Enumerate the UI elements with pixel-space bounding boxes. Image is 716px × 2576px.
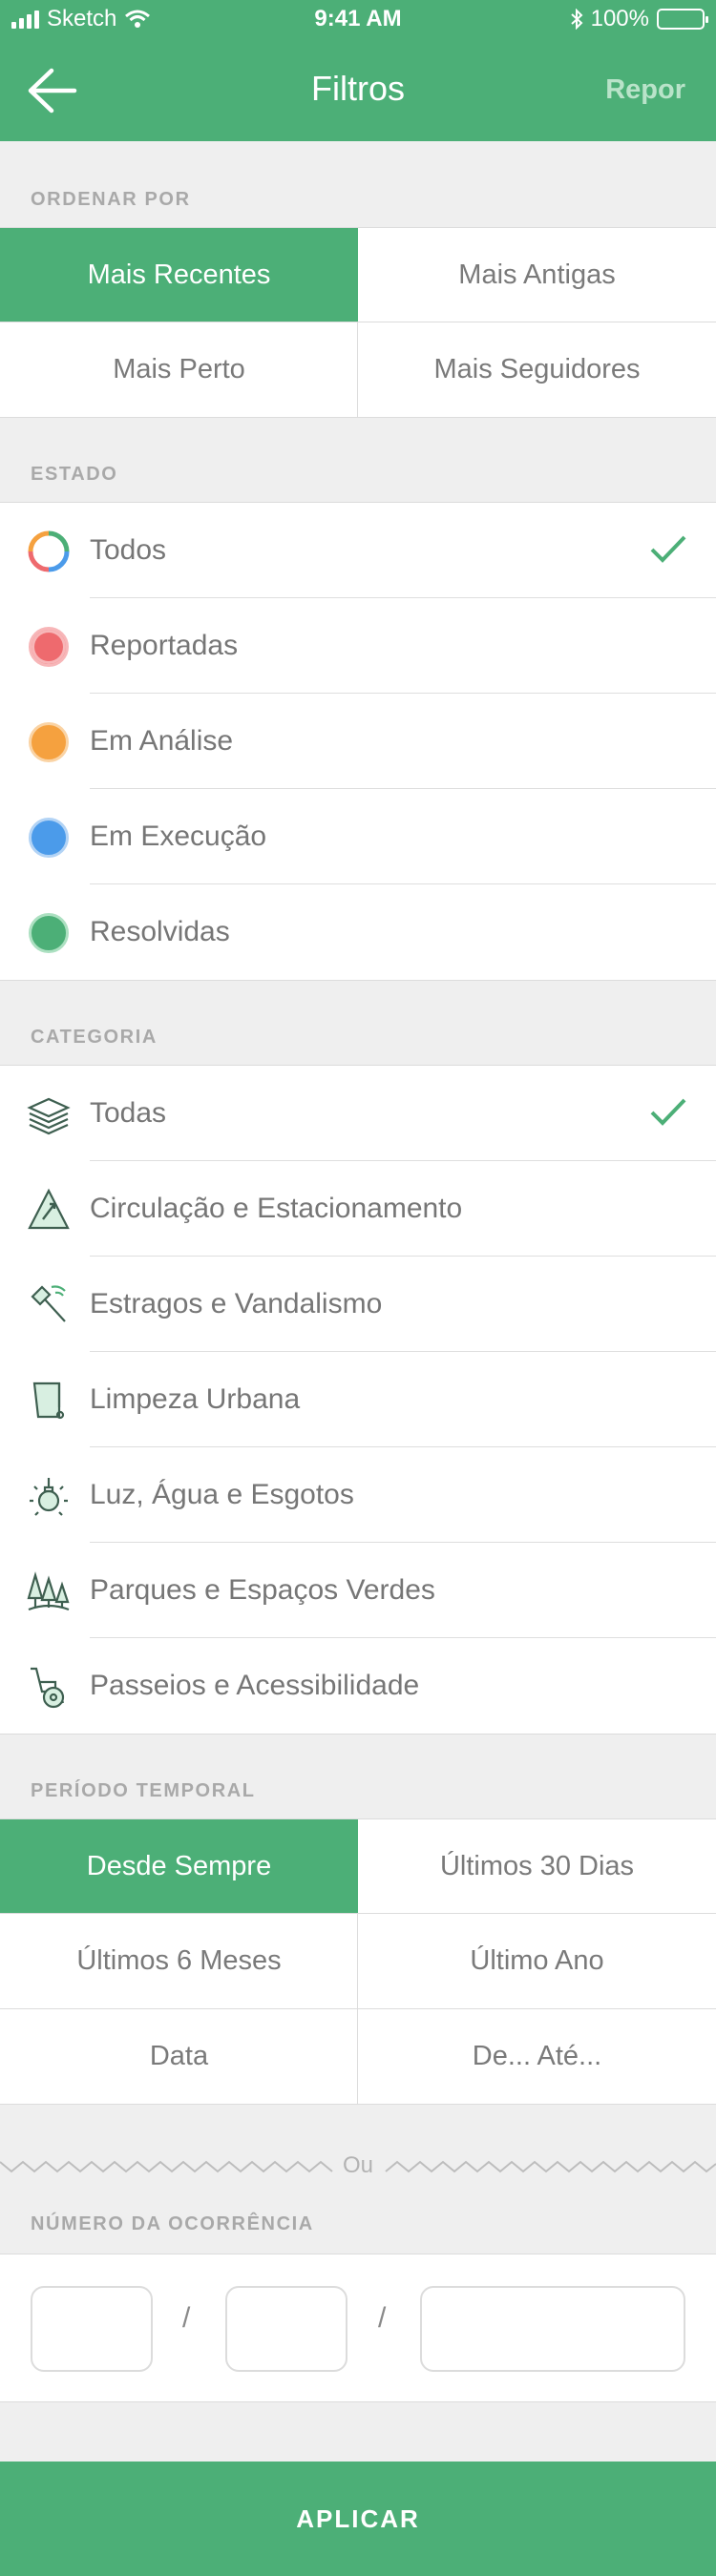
apply-button[interactable]: APLICAR bbox=[0, 2462, 716, 2576]
occurrence-field-3[interactable] bbox=[420, 2286, 685, 2372]
dot-green-icon bbox=[29, 913, 69, 953]
sort-option-most-recent[interactable]: Mais Recentes bbox=[0, 228, 358, 322]
bluetooth-icon bbox=[570, 9, 583, 30]
period-option-30-days[interactable]: Últimos 30 Dias bbox=[358, 1819, 716, 1913]
category-item-vandalism[interactable]: Estragos e Vandalismo bbox=[0, 1257, 716, 1352]
sort-option-nearest[interactable]: Mais Perto bbox=[0, 322, 358, 417]
category-item-label: Circulação e Estacionamento bbox=[90, 1193, 463, 1224]
lightbulb-icon bbox=[30, 1478, 68, 1516]
separator-slash: / bbox=[182, 2302, 191, 2334]
category-item-label: Luz, Água e Esgotos bbox=[90, 1479, 354, 1510]
state-list: Todos Reportadas Em Análise Em Execução … bbox=[0, 502, 716, 981]
state-item-label: Reportadas bbox=[90, 630, 239, 661]
state-section-label: ESTADO bbox=[31, 464, 118, 485]
state-item-label: Resolvidas bbox=[90, 916, 230, 947]
period-section-label: PERÍODO TEMPORAL bbox=[31, 1780, 256, 1801]
wheelchair-icon bbox=[31, 1667, 65, 1709]
traffic-sign-icon bbox=[28, 1188, 70, 1230]
trash-bin-icon bbox=[32, 1381, 65, 1420]
category-item-label: Todas bbox=[90, 1097, 167, 1129]
period-options: Desde Sempre Últimos 30 Dias Últimos 6 M… bbox=[0, 1818, 716, 2105]
state-item-label: Em Análise bbox=[90, 725, 234, 757]
category-item-label: Parques e Espaços Verdes bbox=[90, 1574, 435, 1606]
state-item-resolved[interactable]: Resolvidas bbox=[0, 884, 716, 980]
category-item-cleaning[interactable]: Limpeza Urbana bbox=[0, 1352, 716, 1447]
dot-blue-icon bbox=[29, 818, 69, 858]
sort-option-most-followers[interactable]: Mais Seguidores bbox=[358, 322, 716, 417]
hammer-icon bbox=[31, 1285, 66, 1322]
state-item-label: Em Execução bbox=[90, 821, 267, 852]
category-item-utilities[interactable]: Luz, Água e Esgotos bbox=[0, 1447, 716, 1543]
occurrence-section-label: NÚMERO DA OCORRÊNCIA bbox=[31, 2213, 314, 2234]
occurrence-inputs: / / bbox=[0, 2254, 716, 2402]
reset-button[interactable]: Repor bbox=[605, 74, 685, 106]
or-label: Ou bbox=[342, 2152, 373, 2178]
battery-icon bbox=[657, 9, 708, 30]
or-divider: Ou bbox=[0, 2147, 716, 2185]
occurrence-field-2[interactable] bbox=[225, 2286, 347, 2372]
category-item-parks[interactable]: Parques e Espaços Verdes bbox=[0, 1543, 716, 1638]
navigation-bar: Filtros Repor bbox=[0, 40, 716, 141]
category-item-label: Estragos e Vandalismo bbox=[90, 1288, 383, 1319]
grid-divider bbox=[0, 2008, 716, 2009]
category-item-label: Passeios e Acessibilidade bbox=[90, 1670, 420, 1701]
dot-red-icon bbox=[29, 627, 69, 667]
category-item-label: Limpeza Urbana bbox=[90, 1383, 301, 1415]
sort-section-label: ORDENAR POR bbox=[31, 189, 191, 210]
period-option-6-months[interactable]: Últimos 6 Meses bbox=[0, 1914, 358, 2008]
category-section-label: CATEGORIA bbox=[31, 1027, 158, 1048]
sort-options: Mais Recentes Mais Antigas Mais Perto Ma… bbox=[0, 227, 716, 418]
period-option-last-year[interactable]: Último Ano bbox=[358, 1914, 716, 2008]
ring-multicolor-icon bbox=[28, 530, 70, 572]
checkmark-icon bbox=[650, 535, 686, 563]
category-list: Todas Circulação e Estacionamento Estrag… bbox=[0, 1065, 716, 1735]
layers-icon bbox=[27, 1097, 71, 1135]
state-item-in-execution[interactable]: Em Execução bbox=[0, 789, 716, 884]
sort-option-oldest[interactable]: Mais Antigas bbox=[358, 228, 716, 322]
state-item-label: Todos bbox=[90, 534, 167, 566]
dot-orange-icon bbox=[29, 722, 69, 762]
occurrence-field-1[interactable] bbox=[31, 2286, 153, 2372]
state-item-in-analysis[interactable]: Em Análise bbox=[0, 694, 716, 789]
grid-divider bbox=[357, 322, 358, 417]
checkmark-icon bbox=[650, 1098, 686, 1126]
trees-icon bbox=[27, 1571, 70, 1611]
grid-divider bbox=[0, 1913, 716, 1914]
separator-slash: / bbox=[378, 2302, 387, 2334]
state-item-all[interactable]: Todos bbox=[0, 503, 716, 598]
battery-percent: 100% bbox=[590, 6, 649, 31]
period-option-date-range[interactable]: De... Até... bbox=[358, 2009, 716, 2104]
status-bar: Sketch 9:41 AM 100% bbox=[0, 0, 716, 40]
period-option-all-time[interactable]: Desde Sempre bbox=[0, 1819, 358, 1913]
category-item-traffic[interactable]: Circulação e Estacionamento bbox=[0, 1161, 716, 1257]
period-option-date[interactable]: Data bbox=[0, 2009, 358, 2104]
category-item-accessibility[interactable]: Passeios e Acessibilidade bbox=[0, 1638, 716, 1734]
state-item-reported[interactable]: Reportadas bbox=[0, 598, 716, 694]
grid-divider bbox=[357, 1913, 358, 2104]
category-item-all[interactable]: Todas bbox=[0, 1066, 716, 1161]
